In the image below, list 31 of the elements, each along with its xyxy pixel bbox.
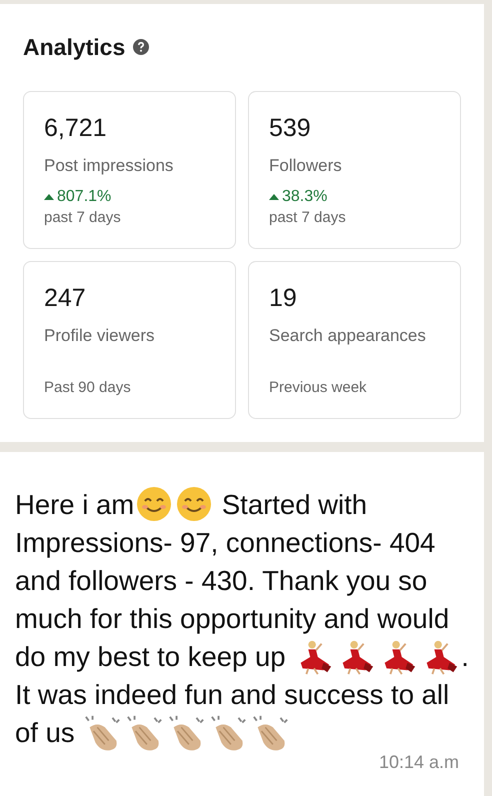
clapping-hands-icon — [210, 714, 248, 752]
stat-period: past 7 days — [269, 208, 347, 228]
clapping-hands-icon — [126, 714, 164, 752]
clapping-hands-icon — [84, 714, 122, 752]
smiling-face-icon — [136, 486, 172, 522]
stat-value: 539 — [269, 112, 312, 144]
stat-label: Profile viewers — [44, 324, 156, 346]
stat-card[interactable]: 247 Profile viewers Past 90 days — [23, 260, 236, 418]
stat-label: Followers — [269, 154, 343, 176]
stat-period: Previous week — [269, 378, 368, 398]
message-time: 10:14 a.m — [378, 752, 459, 772]
up-triangle-icon — [269, 194, 279, 200]
stat-card[interactable]: 19 Search appearances Previous week — [248, 260, 461, 418]
stat-value: 6,721 — [44, 112, 108, 144]
clapping-hands-icon — [168, 714, 206, 752]
up-triangle-icon — [44, 194, 54, 200]
stat-change: 38.3% — [282, 186, 328, 206]
stat-label: Search appearances — [269, 324, 427, 346]
clapping-hands-icon — [252, 714, 290, 752]
stat-value: 19 — [269, 282, 298, 314]
stat-change: 807.1% — [57, 186, 112, 206]
stat-period: past 7 days — [44, 208, 122, 228]
stat-value: 247 — [44, 282, 87, 314]
stat-period: Past 90 days — [44, 378, 132, 398]
message-text: Here i am Started with Impressions- 97, connections- 404 and followers - 430. Thank you so much for this opportunity and would do my best to keep up . It was indeed fun and success to all of us — [15, 486, 469, 752]
stat-card[interactable]: 6,721 Post impressions 807.1% past 7 days — [23, 90, 236, 248]
stat-card[interactable]: 539 Followers 38.3% past 7 days — [248, 90, 461, 248]
stat-label: Post impressions — [44, 154, 174, 176]
help-icon[interactable] — [133, 39, 150, 56]
smiling-face-icon — [176, 486, 212, 522]
panel-title: Analytics — [23, 33, 126, 62]
